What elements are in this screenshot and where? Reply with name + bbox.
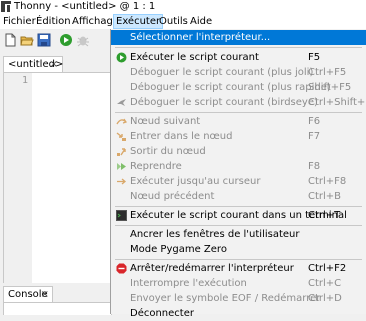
console-pane: Console ×: [0, 283, 112, 315]
menu-edit[interactable]: Édition: [33, 14, 74, 29]
step-out-icon: [117, 148, 126, 156]
menu-item-shortcut: F8: [308, 161, 321, 172]
menu-item-debug-faster[interactable]: Déboguer le script courant (plus rapide)…: [111, 80, 366, 95]
menu-help[interactable]: Aide: [187, 14, 215, 29]
menu-item-label: Déboguer le script courant (birdseye): [130, 97, 318, 108]
menu-item-step-into[interactable]: Entrer dans le nœud F7: [111, 129, 366, 144]
console-output[interactable]: [3, 302, 112, 315]
menu-item-shortcut: Ctrl+C: [308, 278, 342, 289]
menu-item-label: Exécuter le script courant: [130, 52, 259, 63]
menu-separator: [115, 47, 362, 48]
menu-item-label: Nœud suivant: [130, 116, 201, 127]
menu-item-label: Arrêter/redémarrer l'interpréteur: [130, 263, 294, 274]
menu-item-step-over[interactable]: Nœud suivant F6: [111, 114, 366, 129]
menu-item-shortcut: Ctrl+F2: [308, 263, 347, 274]
debug-icon[interactable]: [76, 33, 90, 47]
save-icon[interactable]: [37, 33, 51, 47]
menu-item-run-current-script[interactable]: Exécuter le script courant F5: [111, 50, 366, 65]
run-menu-dropdown: Sélectionner l'interpréteur... Exécuter …: [110, 29, 366, 319]
menu-item-resume[interactable]: Reprendre F8: [111, 159, 366, 174]
menu-item-run-to-cursor[interactable]: Exécuter jusqu'au curseur Ctrl+F8: [111, 174, 366, 189]
menu-item-shortcut: Ctrl+Shift+B: [308, 97, 366, 108]
menu-item-shortcut: Ctrl+T: [308, 210, 341, 221]
menu-item-label: Déboguer le script courant (plus joli): [130, 67, 314, 78]
menu-item-shortcut: F5: [308, 52, 321, 63]
menu-item-shortcut: Ctrl+D: [308, 293, 342, 304]
menu-item-label: Nœud précédent: [130, 191, 215, 202]
menu-separator: [115, 259, 362, 260]
stop-icon: [116, 263, 127, 274]
menu-separator: [115, 225, 362, 226]
menu-item-label: Sélectionner l'interpréteur...: [130, 32, 271, 43]
menu-item-step-out[interactable]: Sortir du nœud: [111, 144, 366, 159]
menu-item-shortcut: Shift+F5: [308, 82, 352, 93]
menu-separator: [115, 112, 362, 113]
menu-item-pygame-zero-mode[interactable]: Mode Pygame Zero: [111, 242, 366, 257]
step-into-icon: [116, 132, 126, 141]
birdseye-icon: [117, 99, 126, 106]
menu-item-send-eof[interactable]: Envoyer le symbole EOF / Redémarrer Ctrl…: [111, 291, 366, 306]
menu-item-debug-birdseye[interactable]: Déboguer le script courant (birdseye) Ct…: [111, 95, 366, 110]
menu-item-shortcut: Ctrl+F5: [308, 67, 347, 78]
run-icon: [116, 52, 127, 63]
menu-item-shortcut: F7: [308, 131, 321, 142]
run-icon[interactable]: [59, 33, 73, 47]
menu-item-interrupt[interactable]: Interrompre l'exécution Ctrl+C: [111, 276, 366, 291]
thonny-logo-icon: [1, 1, 11, 12]
editor-pane: <untitled> × 1: [0, 53, 112, 285]
menu-item-dock-windows[interactable]: Ancrer les fenêtres de l'utilisateur: [111, 227, 366, 242]
step-over-icon: [116, 118, 127, 125]
menu-item-shortcut: Ctrl+F8: [308, 176, 347, 187]
code-editor[interactable]: 1: [3, 72, 112, 285]
window-title: Thonny - <untitled> @ 1 : 1: [14, 1, 156, 12]
menu-item-shortcut: Ctrl+B: [308, 191, 342, 202]
menu-item-label: Envoyer le symbole EOF / Redémarrer: [130, 293, 321, 304]
menu-item-shortcut: F6: [308, 116, 321, 127]
title-bar: Thonny - <untitled> @ 1 : 1: [0, 0, 366, 14]
open-folder-icon[interactable]: [20, 33, 34, 47]
menu-tools[interactable]: Outils: [156, 14, 191, 29]
terminal-icon: [116, 210, 127, 221]
tab-untitled[interactable]: <untitled> ×: [3, 56, 63, 72]
menu-item-step-back[interactable]: Nœud précédent Ctrl+B: [111, 189, 366, 204]
resume-icon: [117, 163, 126, 170]
menu-item-label: Sortir du nœud: [130, 146, 206, 157]
menu-separator: [115, 206, 362, 207]
menu-item-label: Exécuter jusqu'au curseur: [130, 176, 261, 187]
menu-item-run-in-terminal[interactable]: Exécuter le script courant dans un termi…: [111, 208, 366, 223]
menu-item-debug-nicer[interactable]: Déboguer le script courant (plus joli) C…: [111, 65, 366, 80]
menu-item-label: Ancrer les fenêtres de l'utilisateur: [130, 229, 300, 240]
menu-item-stop-restart[interactable]: Arrêter/redémarrer l'interpréteur Ctrl+F…: [111, 261, 366, 276]
tab-console[interactable]: Console ×: [3, 286, 53, 302]
console-close-icon[interactable]: ×: [41, 287, 49, 302]
tab-close-icon[interactable]: ×: [50, 57, 58, 72]
menu-item-label: Déboguer le script courant (plus rapide): [130, 82, 331, 93]
menu-item-label: Entrer dans le nœud: [130, 131, 233, 142]
menu-item-label: Mode Pygame Zero: [130, 244, 227, 255]
line-number-gutter: 1: [4, 73, 32, 284]
menu-item-select-interpreter[interactable]: Sélectionner l'interpréteur...: [111, 30, 366, 45]
menu-item-label: Reprendre: [130, 161, 182, 172]
line-number: 1: [22, 75, 29, 86]
new-file-icon[interactable]: [3, 33, 17, 47]
menu-bar: Fichier Édition Affichage Exécuter Outil…: [0, 14, 366, 29]
menu-item-label: Interrompre l'exécution: [130, 278, 247, 289]
run-to-cursor-icon: [117, 178, 127, 185]
